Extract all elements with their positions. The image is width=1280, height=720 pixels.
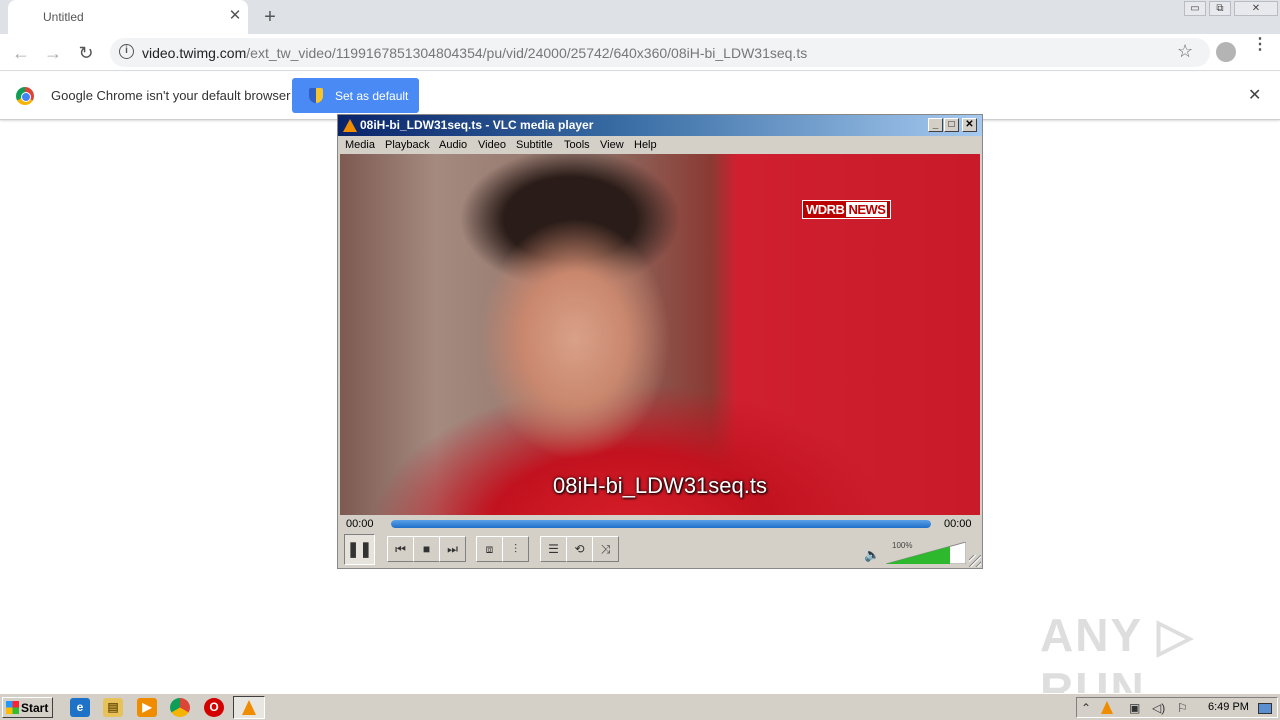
- seek-bar[interactable]: [391, 520, 931, 528]
- volume-tray-icon[interactable]: ◁): [1152, 701, 1165, 715]
- uac-shield-icon: [309, 88, 323, 103]
- window-close-button[interactable]: ✕: [1234, 1, 1278, 16]
- vlc-taskbar-button[interactable]: [233, 696, 265, 719]
- tray-expand-icon[interactable]: ⌃: [1081, 701, 1091, 715]
- windows-taskbar: Start e ▤ ▶ O ⌃ ▣ ◁) ⚐ 6:49 PM: [0, 693, 1280, 720]
- network-icon[interactable]: ▣: [1129, 701, 1140, 715]
- resize-grip[interactable]: [969, 555, 981, 567]
- media-player-icon[interactable]: ▶: [137, 698, 157, 717]
- chrome-menu-icon[interactable]: ⋮: [1252, 37, 1268, 53]
- loop-button[interactable]: ⟲: [566, 536, 593, 562]
- next-button[interactable]: ⏭: [439, 536, 466, 562]
- tab-close-icon[interactable]: ✕: [225, 6, 245, 26]
- elapsed-time: 00:00: [346, 518, 374, 530]
- forward-button[interactable]: →: [40, 40, 66, 66]
- set-as-default-button[interactable]: Set as default: [292, 78, 419, 113]
- infobar-message: Google Chrome isn't your default browser: [51, 88, 291, 103]
- vlc-titlebar[interactable]: 08iH-bi_LDW31seq.ts - VLC media player _…: [338, 115, 982, 136]
- start-button[interactable]: Start: [2, 697, 53, 718]
- vlc-minimize-button[interactable]: _: [928, 118, 943, 132]
- vlc-close-button[interactable]: ✕: [962, 118, 977, 132]
- chrome-taskbar-icon[interactable]: [170, 698, 190, 717]
- previous-button[interactable]: ⏮: [387, 536, 414, 562]
- tab-title: Untitled: [43, 10, 84, 24]
- video-subtitle: 08iH-bi_LDW31seq.ts: [553, 473, 767, 498]
- tab-untitled[interactable]: Untitled ✕: [8, 0, 248, 34]
- vlc-maximize-button[interactable]: □: [944, 118, 959, 132]
- fullscreen-button[interactable]: ⧈: [476, 536, 503, 562]
- chrome-logo-icon: [16, 87, 34, 105]
- menu-subtitle[interactable]: Subtitle: [516, 139, 553, 151]
- url-domain: video.twimg.com: [142, 45, 247, 61]
- windows-logo-icon: [6, 701, 19, 714]
- tray-vlc-icon[interactable]: [1101, 701, 1113, 714]
- menu-media[interactable]: Media: [345, 139, 375, 151]
- seek-bar-fill: [391, 520, 931, 528]
- stop-button[interactable]: ■: [413, 536, 440, 562]
- random-button[interactable]: ⤨: [592, 536, 619, 562]
- window-minimize-button[interactable]: ▭: [1184, 1, 1206, 16]
- wdrb-news-text: NEWS: [846, 202, 888, 217]
- vlc-menubar: Media Playback Audio Video Subtitle Tool…: [338, 136, 982, 154]
- opera-icon[interactable]: O: [204, 698, 224, 717]
- extended-settings-button[interactable]: ⫶: [502, 536, 529, 562]
- set-as-default-label: Set as default: [335, 89, 409, 103]
- system-tray: ⌃ ▣ ◁) ⚐ 6:49 PM: [1076, 697, 1278, 718]
- vlc-window: 08iH-bi_LDW31seq.ts - VLC media player _…: [337, 114, 983, 569]
- internet-explorer-icon[interactable]: e: [70, 698, 90, 717]
- pause-button[interactable]: ❚❚: [344, 534, 375, 565]
- menu-tools[interactable]: Tools: [564, 139, 590, 151]
- tab-strip: Untitled ✕ + ▭ ⧉ ✕: [0, 0, 1280, 34]
- site-info-icon[interactable]: i: [119, 44, 134, 59]
- volume-speaker-icon[interactable]: 🔈: [864, 547, 880, 563]
- url-text[interactable]: video.twimg.com/ext_tw_video/11991678513…: [142, 45, 807, 61]
- volume-percent: 100%: [892, 541, 913, 550]
- playlist-button[interactable]: ☰: [540, 536, 567, 562]
- vlc-taskbar-icon: [242, 700, 256, 715]
- browser-toolbar: ← → ↻ i video.twimg.com/ext_tw_video/119…: [0, 34, 1280, 71]
- profile-avatar-icon[interactable]: [1216, 42, 1236, 62]
- default-browser-infobar: Google Chrome isn't your default browser…: [0, 72, 1280, 120]
- menu-playback[interactable]: Playback: [385, 139, 430, 151]
- wdrb-logo-text: WDRB: [806, 202, 845, 217]
- menu-view[interactable]: View: [600, 139, 624, 151]
- back-button[interactable]: ←: [8, 40, 34, 66]
- infobar-close-icon[interactable]: ✕: [1248, 85, 1261, 105]
- vlc-window-title: 08iH-bi_LDW31seq.ts - VLC media player: [360, 118, 594, 132]
- menu-video[interactable]: Video: [478, 139, 506, 151]
- wdrb-news-logo: WDRB NEWS: [802, 200, 892, 219]
- file-explorer-icon[interactable]: ▤: [103, 698, 123, 717]
- new-tab-button[interactable]: +: [258, 5, 282, 29]
- reload-button[interactable]: ↻: [73, 40, 99, 66]
- clock[interactable]: 6:49 PM: [1208, 701, 1249, 713]
- url-path: /ext_tw_video/1199167851304804354/pu/vid…: [246, 45, 808, 61]
- video-frame[interactable]: WDRB NEWS 08iH-bi_LDW31seq.ts: [340, 154, 980, 515]
- menu-audio[interactable]: Audio: [439, 139, 467, 151]
- menu-help[interactable]: Help: [634, 139, 657, 151]
- window-restore-button[interactable]: ⧉: [1209, 1, 1231, 16]
- address-bar[interactable]: i video.twimg.com/ext_tw_video/119916785…: [110, 38, 1210, 67]
- start-label: Start: [21, 701, 49, 715]
- total-time[interactable]: 00:00: [944, 518, 972, 530]
- action-center-flag-icon[interactable]: ⚐: [1177, 701, 1188, 715]
- vlc-cone-icon: [343, 119, 357, 132]
- bookmark-star-icon[interactable]: ☆: [1177, 41, 1193, 62]
- show-desktop-icon[interactable]: [1258, 703, 1272, 714]
